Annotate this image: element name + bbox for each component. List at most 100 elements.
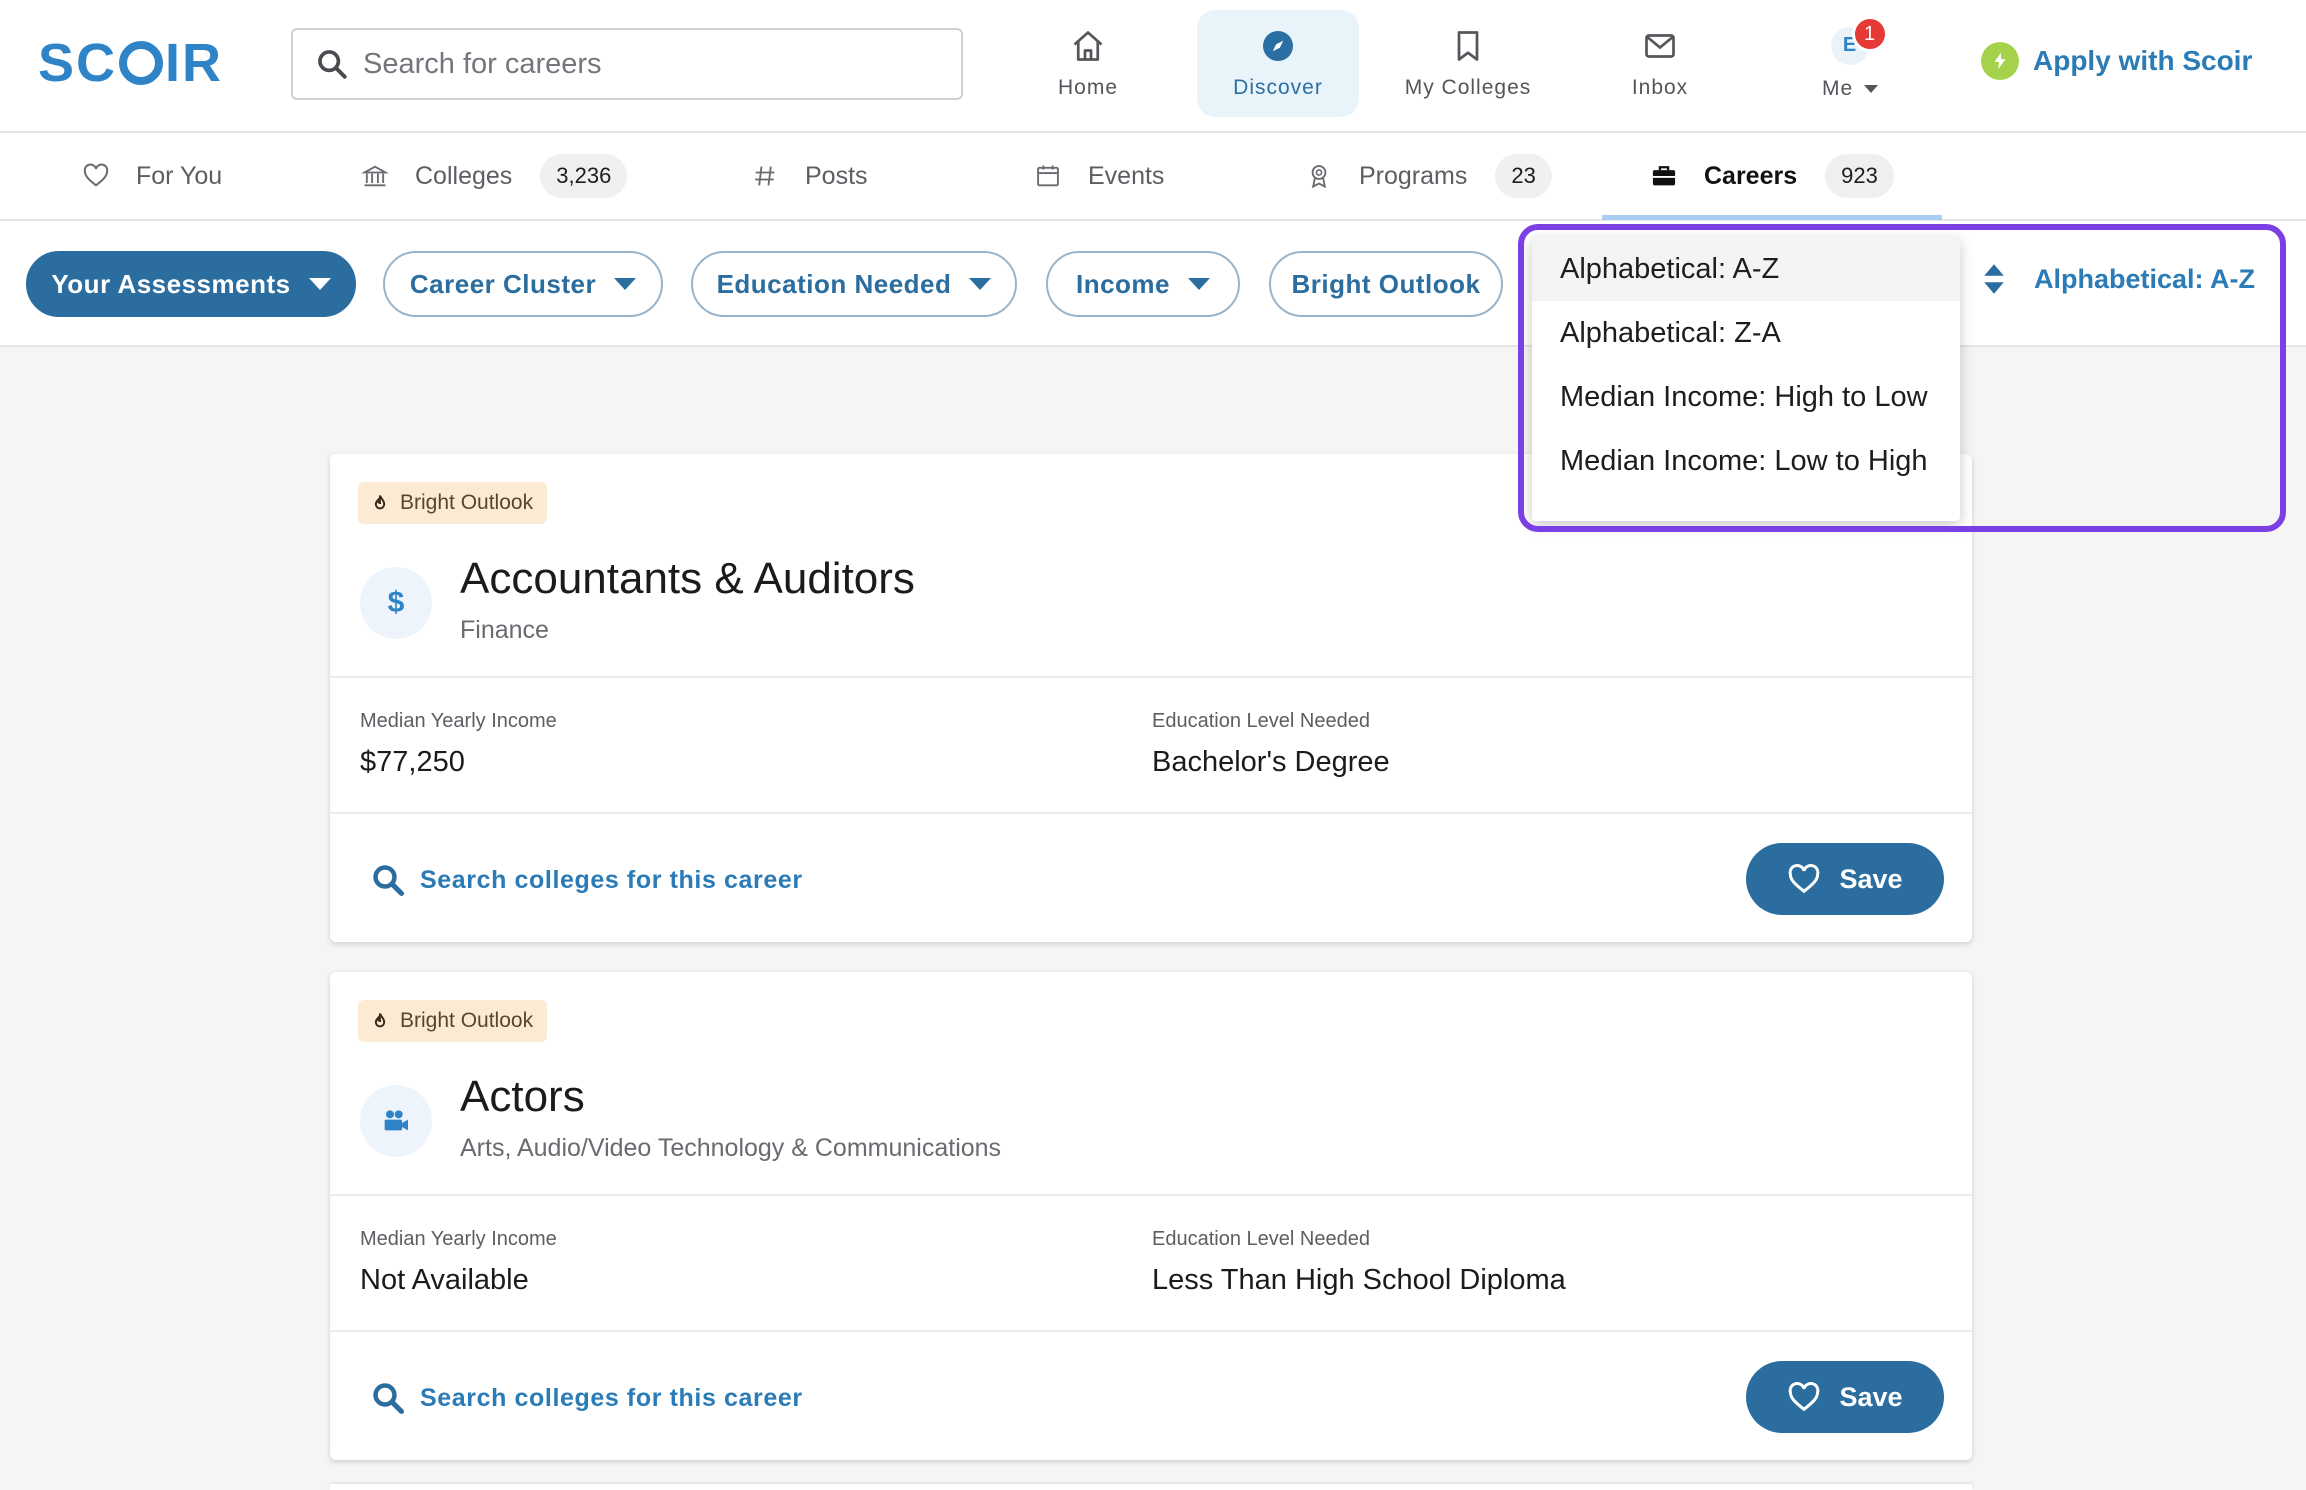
institution-icon [361, 165, 389, 187]
heart-icon [1789, 1382, 1820, 1412]
scoir-logo[interactable]: S C IR [38, 33, 223, 93]
tab-label: Posts [805, 161, 868, 190]
briefcase-icon [1652, 166, 1676, 186]
filter-label: Bright Outlook [1291, 268, 1481, 299]
tab-for-you[interactable]: For You [82, 133, 222, 219]
bright-outlook-badge: Bright Outlook [358, 482, 548, 524]
career-title[interactable]: Actors [460, 1072, 585, 1122]
save-button[interactable]: Save [1746, 1361, 1944, 1433]
home-icon [1073, 30, 1103, 61]
divider [330, 1194, 1972, 1196]
apply-with-scoir-link[interactable]: Apply with Scoir [1981, 42, 2252, 80]
education-label: Education Level Needed [1152, 710, 1370, 732]
active-tab-indicator [1602, 215, 1942, 220]
bright-outlook-badge: Bright Outlook [358, 1000, 548, 1042]
divider [330, 676, 1972, 678]
calendar-icon [1037, 165, 1059, 187]
filter-label: Education Needed [716, 268, 952, 299]
notification-badge: 1 [1852, 16, 1888, 52]
search-icon [318, 50, 347, 79]
hash-icon [755, 166, 775, 186]
search-input[interactable] [363, 47, 943, 81]
sort-icon [1984, 264, 2004, 294]
sort-toggle[interactable]: Alphabetical: A-Z [1980, 261, 2255, 297]
count-badge: 923 [1825, 154, 1894, 198]
discover-tabs: For You Colleges 3,236 Posts Events Prog… [0, 133, 2306, 221]
career-card[interactable]: Bright Outlook $ Accountants & Auditors … [330, 454, 1972, 942]
sort-option-income-low-high[interactable]: Median Income: Low to High [1532, 429, 1960, 493]
tab-careers[interactable]: Careers 923 [1650, 133, 1894, 219]
count-badge: 23 [1495, 154, 1552, 198]
nav-my-colleges[interactable]: My Colleges [1398, 10, 1538, 117]
flame-icon [374, 1013, 386, 1028]
search-colleges-link[interactable]: Search colleges for this career [370, 1380, 803, 1416]
caret-down-icon [614, 278, 637, 290]
career-cluster: Arts, Audio/Video Technology & Communica… [460, 1134, 1002, 1162]
tab-label: Colleges [415, 161, 513, 190]
filter-label: Income [1075, 268, 1171, 299]
search-colleges-link[interactable]: Search colleges for this career [370, 862, 803, 898]
badge-label: Bright Outlook [400, 1009, 534, 1032]
career-title[interactable]: Accountants & Auditors [460, 554, 915, 604]
save-button[interactable]: Save [1746, 843, 1944, 915]
sort-label: Alphabetical: A-Z [2034, 263, 2256, 294]
next-card-edge [330, 1484, 1972, 1490]
tab-programs[interactable]: Programs 23 [1305, 133, 1552, 219]
education-label: Education Level Needed [1152, 1228, 1370, 1250]
sort-option-a-z[interactable]: Alphabetical: A-Z [1532, 237, 1960, 301]
video-camera-icon [360, 1085, 432, 1157]
chevron-down-icon [1864, 84, 1879, 93]
compass-icon [1263, 30, 1293, 61]
top-bar: SCIR Home Discover My Colleges Inbox E 1… [0, 0, 2306, 133]
nav-me[interactable]: E 1 Me [1800, 10, 1900, 117]
career-cluster-filter[interactable]: Career Cluster [383, 251, 663, 317]
career-search-box[interactable] [291, 28, 963, 100]
tab-posts[interactable]: Posts [751, 133, 868, 219]
bright-outlook-filter[interactable]: Bright Outlook [1269, 251, 1503, 317]
filter-label: Your Assessments [51, 268, 291, 299]
career-card[interactable]: Bright Outlook Actors Arts, Audio/Video … [330, 972, 1972, 1460]
filter-bar: Your Assessments Career Cluster Educatio… [0, 221, 2306, 347]
tab-label: Careers [1704, 161, 1798, 190]
sort-option-z-a[interactable]: Alphabetical: Z-A [1532, 301, 1960, 365]
income-value: Not Available [360, 1264, 529, 1296]
income-value: $77,250 [360, 746, 465, 778]
sort-dropdown-menu: Alphabetical: A-Z Alphabetical: Z-A Medi… [1532, 237, 1960, 521]
divider [330, 812, 1972, 814]
award-icon [1311, 165, 1327, 189]
nav-home-label: Home [1057, 75, 1119, 99]
sort-option-income-high-low[interactable]: Median Income: High to Low [1532, 365, 1960, 429]
caret-down-icon [308, 278, 331, 290]
education-value: Less Than High School Diploma [1152, 1264, 1566, 1296]
dollar-icon: $ [360, 567, 432, 639]
tab-colleges[interactable]: Colleges 3,236 [361, 133, 628, 219]
link-label: Search colleges for this career [420, 865, 803, 894]
filter-label: Career Cluster [409, 268, 597, 299]
search-icon [373, 865, 405, 897]
link-label: Search colleges for this career [420, 1383, 803, 1412]
flame-icon [374, 495, 386, 510]
your-assessments-filter[interactable]: Your Assessments [26, 251, 356, 317]
heart-icon [1789, 864, 1820, 894]
nav-inbox[interactable]: Inbox [1610, 10, 1710, 117]
search-icon [373, 1383, 405, 1415]
nav-discover[interactable]: Discover [1197, 10, 1359, 117]
career-cluster: Finance [460, 616, 549, 644]
bookmark-icon [1457, 30, 1479, 61]
lightning-bolt-icon [1981, 42, 2019, 80]
education-value: Bachelor's Degree [1152, 746, 1390, 778]
heart-icon [83, 163, 109, 187]
tab-label: For You [136, 161, 223, 190]
income-filter[interactable]: Income [1046, 251, 1240, 317]
nav-inbox-label: Inbox [1631, 75, 1689, 99]
tab-events[interactable]: Events [1034, 133, 1164, 219]
nav-me-label: Me [1822, 77, 1879, 101]
mail-icon [1645, 33, 1675, 58]
income-label: Median Yearly Income [360, 1228, 557, 1250]
education-needed-filter[interactable]: Education Needed [691, 251, 1017, 317]
nav-home[interactable]: Home [1038, 10, 1138, 117]
nav-my-colleges-label: My Colleges [1404, 75, 1532, 99]
save-label: Save [1839, 1381, 1903, 1412]
save-label: Save [1839, 863, 1903, 894]
income-label: Median Yearly Income [360, 710, 557, 732]
